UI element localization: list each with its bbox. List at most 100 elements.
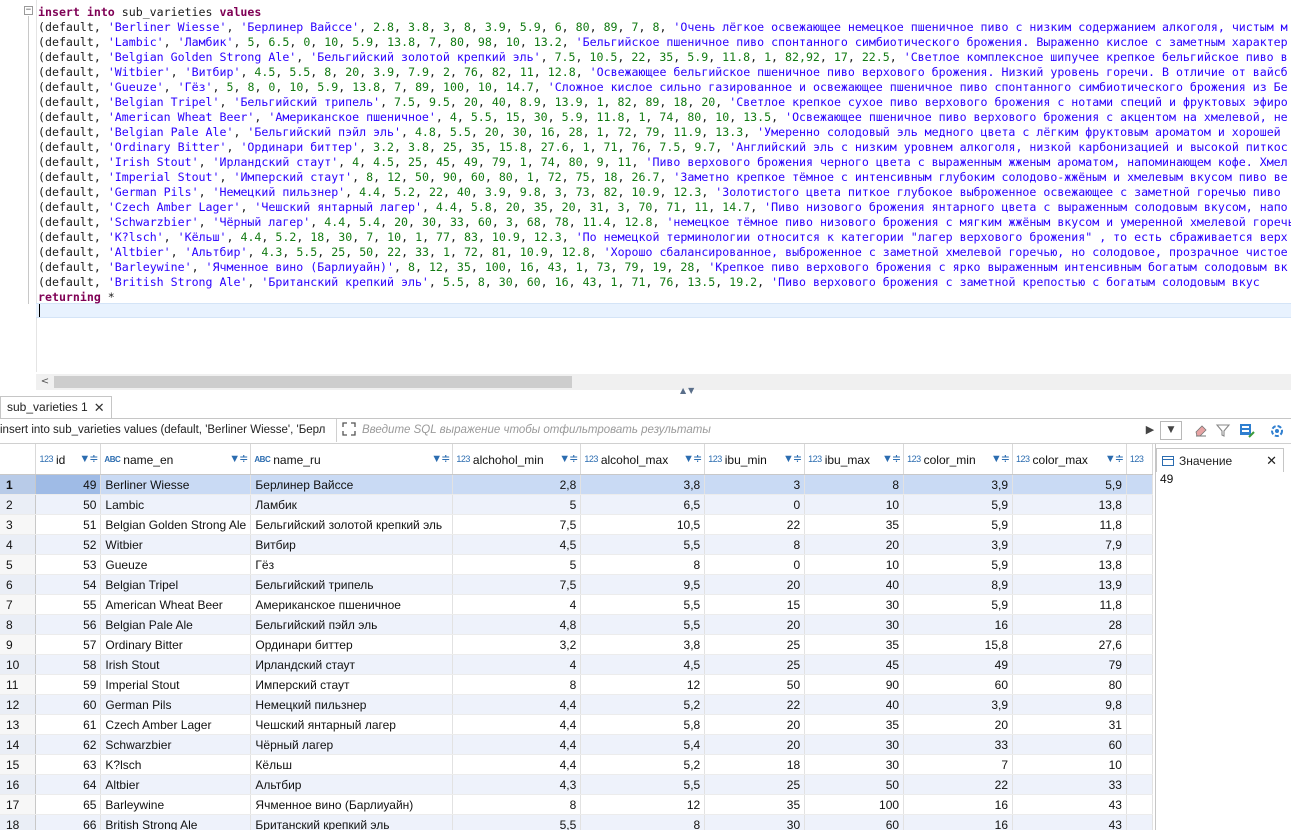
table-cell[interactable]: 5,4 <box>580 734 706 755</box>
table-cell[interactable]: 16 <box>903 814 1013 830</box>
table-cell[interactable]: American Wheat Beer <box>100 594 252 615</box>
table-cell[interactable]: 35 <box>704 794 806 815</box>
sql-code[interactable]: insert into sub_varieties values (default… <box>38 5 1291 305</box>
column-header[interactable]: 123 <box>1126 444 1153 475</box>
table-cell[interactable]: 13,8 <box>1012 494 1127 515</box>
table-cell[interactable]: 28 <box>1012 614 1127 635</box>
sort-filter-icon[interactable]: ▼≑ <box>79 452 98 465</box>
table-cell[interactable]: 49 <box>903 654 1013 675</box>
table-cell[interactable]: Ирландский стаут <box>250 654 454 675</box>
table-cell[interactable]: Американское пшеничное <box>250 594 454 615</box>
table-cell[interactable]: 49 <box>35 474 102 495</box>
table-cell[interactable]: 22 <box>903 774 1013 795</box>
row-number[interactable]: 12 <box>0 694 37 715</box>
table-cell[interactable]: 31 <box>1012 714 1127 735</box>
table-cell[interactable]: 5,8 <box>580 714 706 735</box>
table-cell[interactable]: 30 <box>704 814 806 830</box>
table-cell[interactable]: 3,9 <box>903 694 1013 715</box>
table-cell[interactable]: 100 <box>804 794 905 815</box>
table-cell[interactable]: 12 <box>580 794 706 815</box>
sort-filter-icon[interactable]: ▼≑ <box>991 452 1010 465</box>
column-header[interactable]: ABC name_en ▼≑ <box>100 444 252 475</box>
table-cell[interactable] <box>1126 674 1153 695</box>
table-cell[interactable]: Имперский стаут <box>250 674 454 695</box>
executed-query-text[interactable]: insert into sub_varieties values (defaul… <box>0 419 337 442</box>
code-line[interactable]: (default, 'American Wheat Beer', 'Америк… <box>38 110 1291 125</box>
row-number[interactable]: 11 <box>0 674 37 695</box>
code-line[interactable]: (default, 'Barleywine', 'Ячменное вино (… <box>38 260 1291 275</box>
table-cell[interactable]: 8 <box>580 554 706 575</box>
expand-filter-icon[interactable] <box>341 422 357 438</box>
column-header[interactable]: 123 alcohol_max ▼≑ <box>580 444 706 475</box>
table-cell[interactable]: 3,9 <box>903 474 1013 495</box>
code-line[interactable]: (default, 'Berliner Wiesse', 'Берлинер В… <box>38 20 1291 35</box>
table-cell[interactable]: 9,8 <box>1012 694 1127 715</box>
fold-collapse-icon[interactable]: − <box>24 6 33 15</box>
table-cell[interactable]: 15,8 <box>903 634 1013 655</box>
table-cell[interactable]: Czech Amber Lager <box>100 714 252 735</box>
code-line[interactable]: (default, 'Belgian Tripel', 'Бельгийский… <box>38 95 1291 110</box>
table-cell[interactable]: 4,4 <box>452 754 582 775</box>
sql-editor[interactable]: − insert into sub_varieties values (defau… <box>0 0 1291 372</box>
table-cell[interactable]: 5,2 <box>580 694 706 715</box>
table-cell[interactable]: 80 <box>1012 674 1127 695</box>
column-header[interactable]: 123 id ▼≑ <box>35 444 102 475</box>
table-cell[interactable] <box>1126 714 1153 735</box>
table-cell[interactable]: 4,8 <box>452 614 582 635</box>
table-cell[interactable]: 52 <box>35 534 102 555</box>
table-cell[interactable]: 10 <box>1012 754 1127 775</box>
row-number[interactable]: 14 <box>0 734 37 755</box>
table-cell[interactable]: 54 <box>35 574 102 595</box>
table-cell[interactable]: 61 <box>35 714 102 735</box>
table-cell[interactable]: 4 <box>452 594 582 615</box>
table-row[interactable]: 9 57 Ordinary Bitter Ординари биттер 3,2 3,8 2… <box>0 634 1153 655</box>
table-cell[interactable]: Ординари биттер <box>250 634 454 655</box>
code-line[interactable]: (default, 'Belgian Pale Ale', 'Бельгийск… <box>38 125 1291 140</box>
table-cell[interactable]: 3,2 <box>452 634 582 655</box>
results-grid[interactable]: 123 id ▼≑ ABC name_en ▼≑ ABC name_ru ▼≑ 123 alchoh… <box>0 444 1153 830</box>
table-cell[interactable]: 8 <box>704 534 806 555</box>
table-cell[interactable]: 7,5 <box>452 514 582 535</box>
table-cell[interactable]: Витбир <box>250 534 454 555</box>
table-cell[interactable]: 25 <box>704 654 806 675</box>
table-cell[interactable]: 6,5 <box>580 494 706 515</box>
sort-filter-icon[interactable]: ▼≑ <box>1105 452 1124 465</box>
table-cell[interactable]: 40 <box>804 694 905 715</box>
row-number[interactable]: 1 <box>0 474 37 495</box>
table-row[interactable]: 10 58 Irish Stout Ирландский стаут 4 4,5 25 45 4… <box>0 654 1153 675</box>
table-cell[interactable]: 25 <box>704 774 806 795</box>
table-cell[interactable]: Чешский янтарный лагер <box>250 714 454 735</box>
table-cell[interactable]: 60 <box>804 814 905 830</box>
table-cell[interactable]: 20 <box>903 714 1013 735</box>
column-header[interactable]: 123 alchohol_min ▼≑ <box>452 444 582 475</box>
table-cell[interactable]: 33 <box>1012 774 1127 795</box>
table-cell[interactable] <box>1126 734 1153 755</box>
row-number[interactable]: 7 <box>0 594 37 615</box>
table-cell[interactable]: 5,9 <box>903 554 1013 575</box>
table-cell[interactable]: 12 <box>580 674 706 695</box>
table-cell[interactable]: Gueuze <box>100 554 252 575</box>
table-cell[interactable]: 79 <box>1012 654 1127 675</box>
table-cell[interactable] <box>1126 754 1153 775</box>
table-cell[interactable]: 10 <box>804 494 905 515</box>
code-line[interactable]: (default, 'Lambic', 'Ламбик', 5, 6.5, 0,… <box>38 35 1291 50</box>
table-cell[interactable]: Imperial Stout <box>100 674 252 695</box>
table-cell[interactable] <box>1126 474 1153 495</box>
results-tab[interactable]: sub_varieties 1 ✕ <box>0 396 112 418</box>
scroll-left-arrow-icon[interactable]: < <box>38 374 52 390</box>
table-cell[interactable]: 43 <box>1012 814 1127 830</box>
filter-history-dropdown[interactable]: ▼ <box>1160 421 1182 440</box>
row-number[interactable]: 6 <box>0 574 37 595</box>
code-line[interactable]: insert into sub_varieties values <box>38 5 1291 20</box>
code-line[interactable]: (default, 'German Pils', 'Немецкий пильз… <box>38 185 1291 200</box>
table-cell[interactable]: 22 <box>704 694 806 715</box>
table-cell[interactable] <box>1126 574 1153 595</box>
table-cell[interactable]: 16 <box>903 614 1013 635</box>
table-cell[interactable]: 55 <box>35 594 102 615</box>
code-line[interactable]: (default, 'Altbier', 'Альтбир', 4.3, 5.5… <box>38 245 1291 260</box>
close-tab-icon[interactable]: ✕ <box>94 397 105 418</box>
table-cell[interactable]: 20 <box>704 614 806 635</box>
table-cell[interactable]: 50 <box>35 494 102 515</box>
table-cell[interactable]: British Strong Ale <box>100 814 252 830</box>
table-cell[interactable]: 45 <box>804 654 905 675</box>
